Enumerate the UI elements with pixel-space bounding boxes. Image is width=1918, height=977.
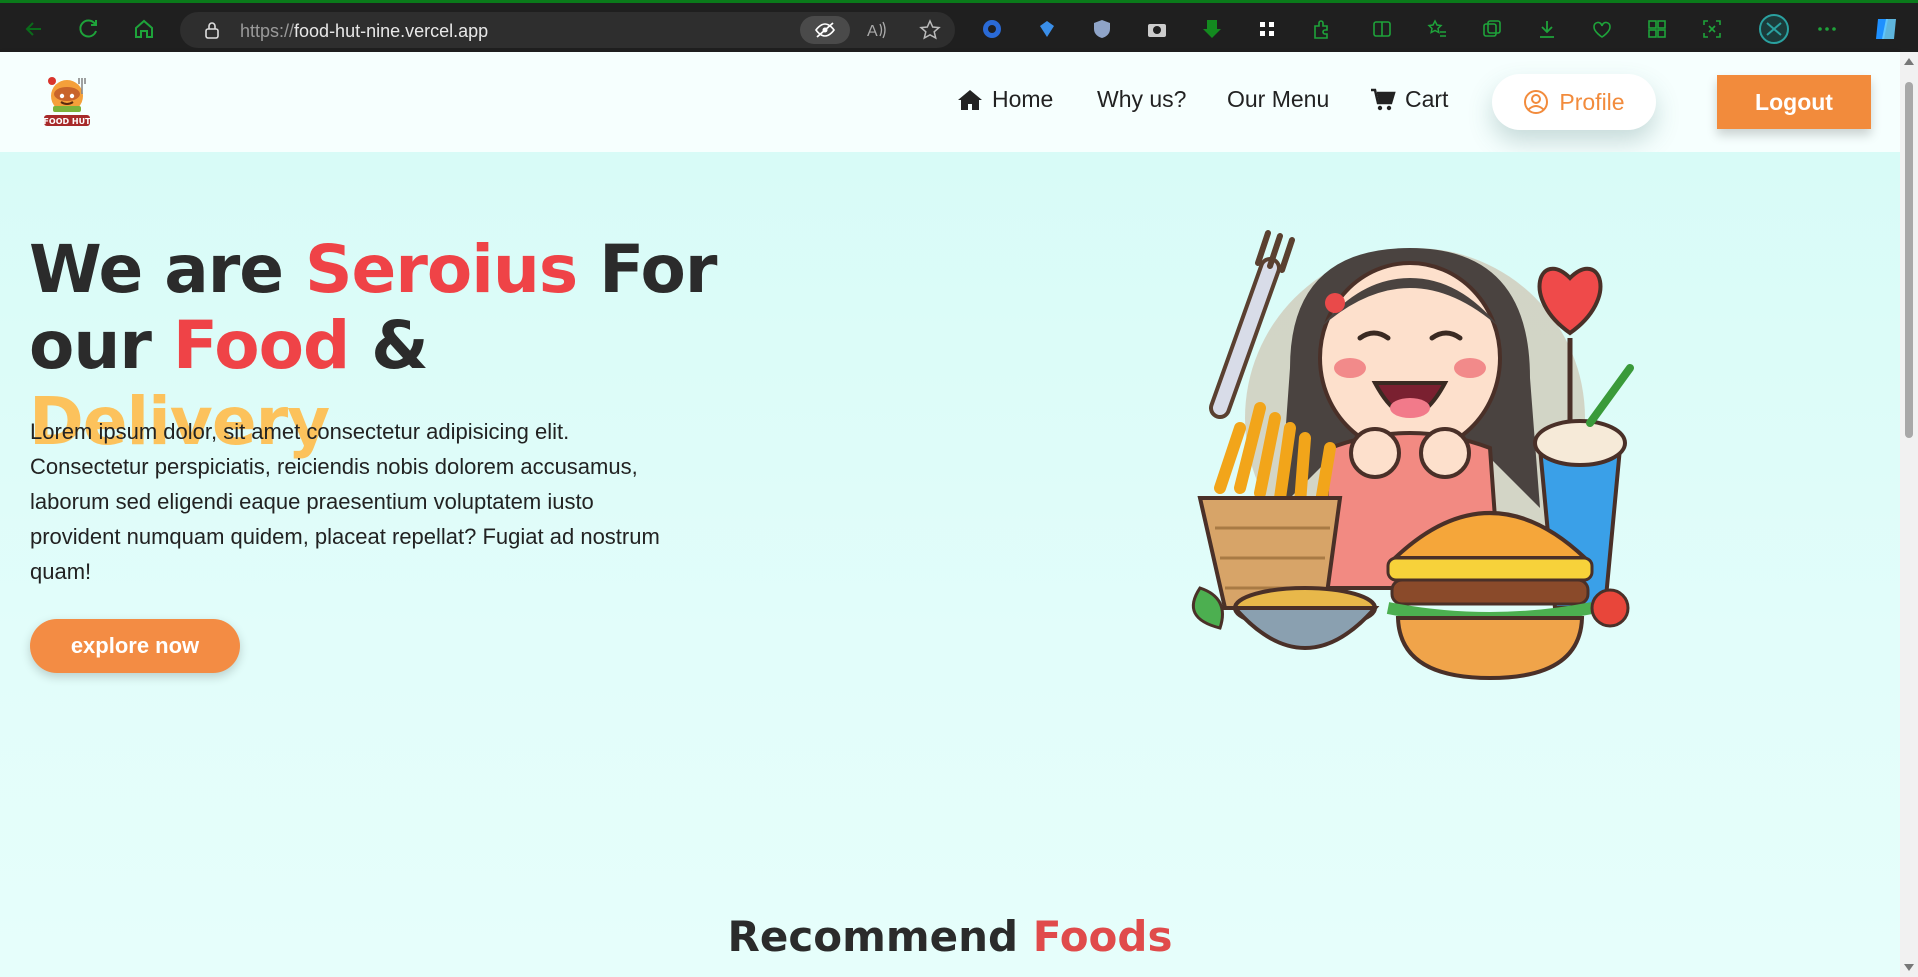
home-icon xyxy=(958,89,982,110)
extension-telegram-icon[interactable] xyxy=(980,17,1004,41)
recommend-foods-title: Recommend Foods xyxy=(0,912,1900,961)
favorites-icon[interactable] xyxy=(1425,17,1449,41)
hero-section: We are Seroius For our Food & Delivery Lo… xyxy=(0,152,1900,977)
page-scrollbar[interactable] xyxy=(1900,52,1918,977)
downloads-icon[interactable] xyxy=(1535,17,1559,41)
nav-why-us-label: Why us? xyxy=(1097,86,1187,112)
hero-title-accent: Food xyxy=(172,307,350,384)
nav-our-menu[interactable]: Our Menu xyxy=(1227,86,1329,113)
url-protocol: https:// xyxy=(240,21,295,41)
scroll-up-icon[interactable] xyxy=(1904,58,1914,65)
more-menu-icon[interactable] xyxy=(1815,17,1839,41)
lock-icon[interactable] xyxy=(200,18,224,42)
address-bar[interactable]: https://food-hut-nine.vercel.app A xyxy=(180,12,955,48)
collections-icon[interactable] xyxy=(1480,17,1504,41)
extension-shield-icon[interactable] xyxy=(1090,17,1114,41)
hero-title-part: For xyxy=(577,231,717,308)
hero-food-illustration xyxy=(1191,230,1634,681)
user-circle-icon xyxy=(1524,90,1549,114)
extension-download-arrow-icon[interactable] xyxy=(1200,17,1224,41)
browser-essentials-icon[interactable] xyxy=(1590,17,1614,41)
profile-button[interactable]: Profile xyxy=(1492,74,1656,130)
nav-cart[interactable]: Cart xyxy=(1370,86,1448,113)
scroll-down-icon[interactable] xyxy=(1904,964,1914,971)
hero-title-part: & xyxy=(349,307,429,384)
browser-toolbar: https://food-hut-nine.vercel.app A xyxy=(0,0,1918,52)
explore-now-button[interactable]: explore now xyxy=(30,619,240,673)
favorite-star-icon[interactable] xyxy=(918,18,942,42)
nav-why-us[interactable]: Why us? xyxy=(1097,86,1186,113)
nav-home[interactable]: Home xyxy=(957,86,1053,113)
burger-graphic xyxy=(1386,511,1594,681)
nav-our-menu-label: Our Menu xyxy=(1227,86,1330,112)
logout-button[interactable]: Logout xyxy=(1717,75,1871,129)
profile-button-label: Profile xyxy=(1559,88,1625,115)
section-title-accent: Foods xyxy=(1032,912,1173,961)
hero-title-part: our xyxy=(29,307,173,384)
copilot-icon[interactable] xyxy=(1872,15,1900,43)
hero-description: Lorem ipsum dolor, sit amet consectetur … xyxy=(30,419,660,584)
profile-avatar-icon[interactable] xyxy=(1758,13,1790,45)
extension-diamond-icon[interactable] xyxy=(1035,17,1059,41)
refresh-icon[interactable] xyxy=(75,15,103,43)
scrollbar-thumb[interactable] xyxy=(1905,82,1913,438)
read-aloud-icon[interactable]: A xyxy=(865,18,889,42)
back-icon[interactable] xyxy=(20,15,48,43)
split-screen-icon[interactable] xyxy=(1370,17,1394,41)
logo-text: FOOD HUT xyxy=(43,117,91,126)
extensions-puzzle-icon[interactable] xyxy=(1310,17,1334,41)
hero-title-accent: Seroius xyxy=(305,231,578,308)
hero-title-part: We are xyxy=(29,231,306,308)
site-header: FOOD HUT Home Why us? Our Menu Cart Prof… xyxy=(0,52,1900,152)
url-host: food-hut-nine.vercel.app xyxy=(294,21,489,41)
home-browser-icon[interactable] xyxy=(130,15,158,43)
extension-camera-icon[interactable] xyxy=(1145,17,1169,41)
screenshot-icon[interactable] xyxy=(1700,17,1724,41)
food-hut-logo[interactable]: FOOD HUT xyxy=(38,72,96,130)
svg-text:A: A xyxy=(867,23,878,40)
apps-icon[interactable] xyxy=(1645,17,1669,41)
cart-icon xyxy=(1371,88,1396,110)
tracking-prevention-icon[interactable] xyxy=(800,16,850,44)
extension-grid-icon[interactable] xyxy=(1255,17,1279,41)
nav-cart-label: Cart xyxy=(1405,86,1449,112)
url-text[interactable]: https://food-hut-nine.vercel.app xyxy=(240,21,488,42)
nav-home-label: Home xyxy=(992,86,1054,112)
section-title-main: Recommend xyxy=(727,912,1033,961)
